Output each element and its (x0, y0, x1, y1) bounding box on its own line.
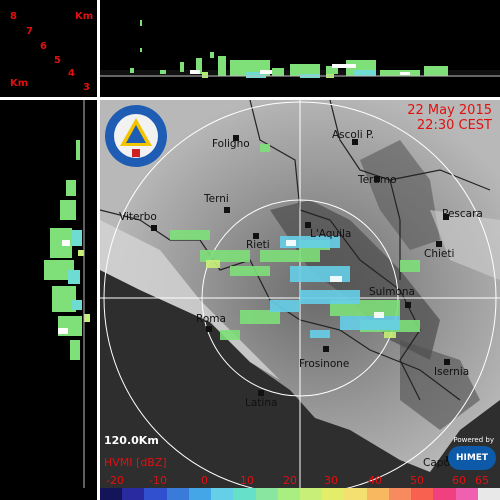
date-label: 22 May 2015 (407, 103, 492, 118)
logo-emblem-icon (106, 106, 166, 166)
city-marker (258, 390, 264, 396)
scale-color-cell (166, 488, 189, 500)
city-label: L'Aquila (310, 228, 352, 240)
city-label: Terni (204, 193, 229, 205)
scale-color-cell (388, 488, 412, 500)
scale-tick-label: 60 (452, 474, 466, 487)
timestamp: 22 May 2015 22:30 CEST (407, 103, 492, 133)
city-label: Isernia (434, 366, 470, 378)
protezione-civile-logo (105, 105, 167, 167)
scale-color-cell (299, 488, 323, 500)
powered-by-label: Powered by (453, 436, 494, 444)
scale-color-cell (477, 488, 500, 500)
scale-tick-label: 0 (201, 474, 208, 487)
scale-color-cell (366, 488, 389, 500)
city-label: Rieti (246, 239, 270, 251)
city-marker (206, 326, 212, 332)
side-cross-section (0, 100, 97, 488)
scale-color-cell (255, 488, 278, 500)
city-label: Ascoli P. (332, 129, 375, 141)
scale-color-cell (433, 488, 456, 500)
city-label: Frosinone (299, 358, 350, 370)
km-unit-side: Km (10, 78, 29, 89)
color-scale-bar (100, 488, 500, 500)
product-label: HVMI [dBZ] (104, 456, 167, 469)
height-label-4: 4 (68, 68, 75, 79)
city-label: Sulmona (369, 286, 415, 298)
range-label: 120.0Km (104, 434, 159, 447)
scale-tick-label: 40 (368, 474, 382, 487)
scale-color-cell (144, 488, 167, 500)
scale-tick-label: 50 (410, 474, 424, 487)
scale-color-cell (411, 488, 434, 500)
height-label-6: 6 (40, 41, 47, 52)
city-marker (436, 241, 442, 247)
scale-color-cell (344, 488, 367, 500)
scale-tick-label: 10 (240, 474, 254, 487)
side-cross-section-echoes (44, 100, 90, 488)
himet-logo: HIMET (448, 446, 496, 470)
city-marker (151, 225, 157, 231)
scale-color-cell (122, 488, 145, 500)
scale-color-cell (233, 488, 256, 500)
height-label-8: 8 (10, 11, 17, 22)
scale-tick-label: 30 (324, 474, 338, 487)
time-label: 22:30 CEST (416, 118, 492, 133)
scale-tick-label: 20 (283, 474, 297, 487)
city-label: Pescara (442, 208, 483, 220)
top-cross-section-echoes (100, 20, 500, 78)
scale-color-cell (211, 488, 234, 500)
city-label: Roma (196, 313, 226, 325)
city-marker (323, 346, 329, 352)
city-label: Chieti (424, 248, 455, 260)
km-unit-top: Km (75, 11, 94, 22)
city-label: Viterbo (119, 211, 157, 223)
city-label: Teramo (358, 174, 397, 186)
city-label: Foligno (212, 138, 250, 150)
height-label-5: 5 (54, 55, 61, 66)
scale-tick-label: -20 (106, 474, 124, 487)
scale-tick-label: -10 (149, 474, 167, 487)
radar-map[interactable]: 22 May 2015 22:30 CEST Ascoli P. Foligno… (100, 100, 500, 488)
city-marker (224, 207, 230, 213)
height-label-7: 7 (26, 26, 33, 37)
top-cross-section (100, 0, 500, 97)
scale-color-cell (188, 488, 212, 500)
scale-tick-label: 65 (475, 474, 489, 487)
scale-color-cell (100, 488, 123, 500)
height-axis-corner: Km 8 7 6 5 4 3 Km (0, 0, 97, 97)
city-marker (405, 302, 411, 308)
scale-color-cell (455, 488, 478, 500)
scale-color-cell (277, 488, 300, 500)
height-label-3: 3 (83, 82, 90, 93)
city-marker (444, 359, 450, 365)
scale-color-cell (322, 488, 345, 500)
city-label: Latina (245, 397, 278, 409)
